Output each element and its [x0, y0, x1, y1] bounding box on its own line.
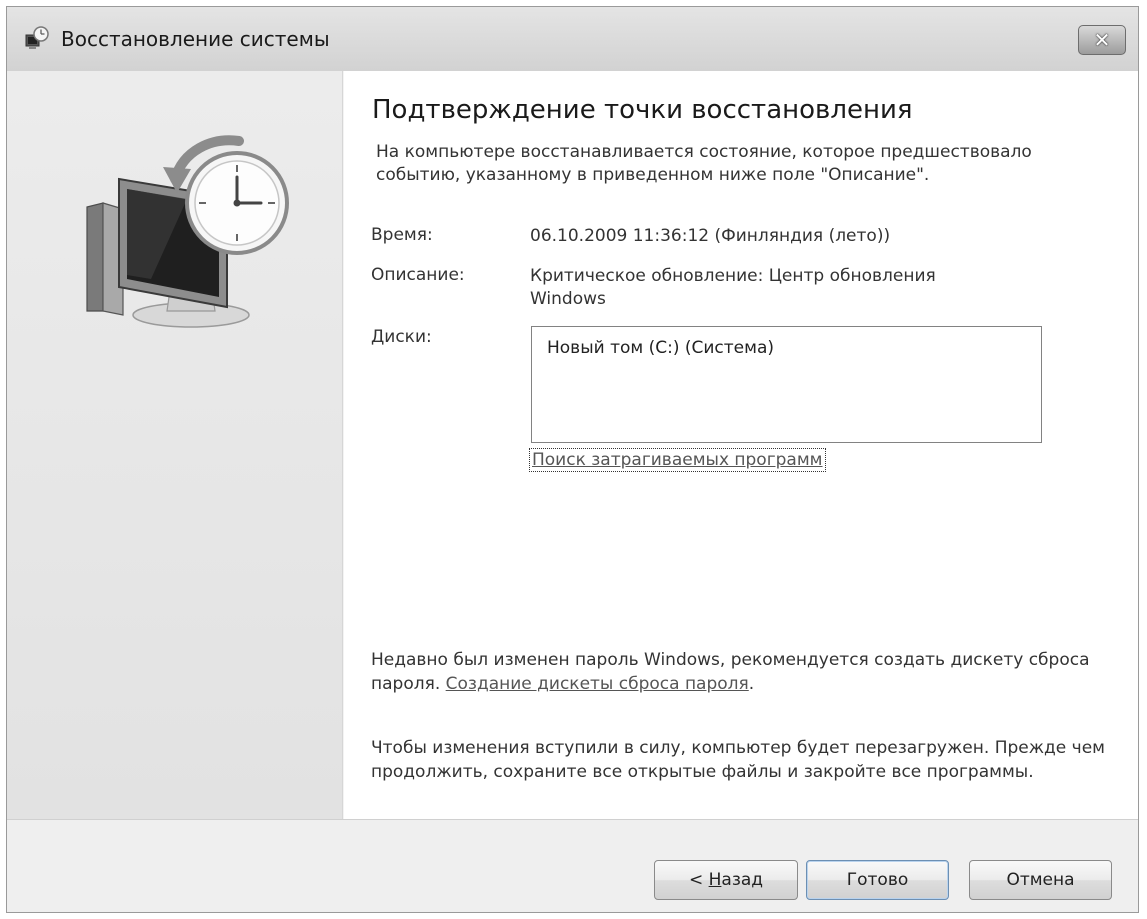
password-link-suffix: .: [748, 674, 755, 694]
back-button[interactable]: < Назад: [654, 860, 798, 900]
window-title: Восстановление системы: [61, 27, 330, 51]
back-button-mnemonic: Н: [708, 870, 722, 890]
disks-label: Диски:: [371, 327, 432, 347]
back-button-rest: азад: [721, 870, 764, 890]
create-reset-disk-link[interactable]: Создание дискеты сброса пароля: [446, 674, 749, 694]
description-label: Описание:: [371, 265, 465, 285]
scan-affected-programs-link[interactable]: Поиск затрагиваемых программ: [529, 448, 826, 472]
monitor-clock-restore-icon: [86, 135, 289, 328]
time-label: Время:: [371, 225, 433, 245]
left-panel: [7, 71, 343, 819]
system-restore-window: Восстановление системы ✕ Подтверждение т…: [6, 6, 1139, 913]
content-panel: Подтверждение точки восстановления На ко…: [344, 71, 1138, 819]
list-item[interactable]: Новый том (C:) (Система): [547, 338, 774, 358]
system-restore-icon: [25, 26, 49, 49]
finish-button[interactable]: Готово: [806, 860, 949, 900]
cancel-button[interactable]: Отмена: [969, 860, 1112, 900]
time-value: 06.10.2009 11:36:12 (Финляндия (лето)): [530, 226, 891, 246]
intro-text: На компьютере восстанавливается состояни…: [376, 142, 1032, 185]
button-bar: < Назад Готово Отмена: [7, 819, 1138, 912]
password-note: Недавно был изменен пароль Windows, реко…: [371, 648, 1131, 696]
description-value: Критическое обновление: Центр обновления…: [530, 266, 936, 309]
page-title: Подтверждение точки восстановления: [372, 95, 913, 125]
close-icon: ✕: [1093, 28, 1111, 52]
disks-list[interactable]: Новый том (C:) (Система): [531, 326, 1042, 443]
restart-note: Чтобы изменения вступили в силу, компьют…: [371, 738, 1105, 782]
back-button-prefix: <: [688, 870, 709, 890]
title-bar: Восстановление системы ✕: [7, 7, 1138, 71]
close-button[interactable]: ✕: [1078, 25, 1126, 55]
